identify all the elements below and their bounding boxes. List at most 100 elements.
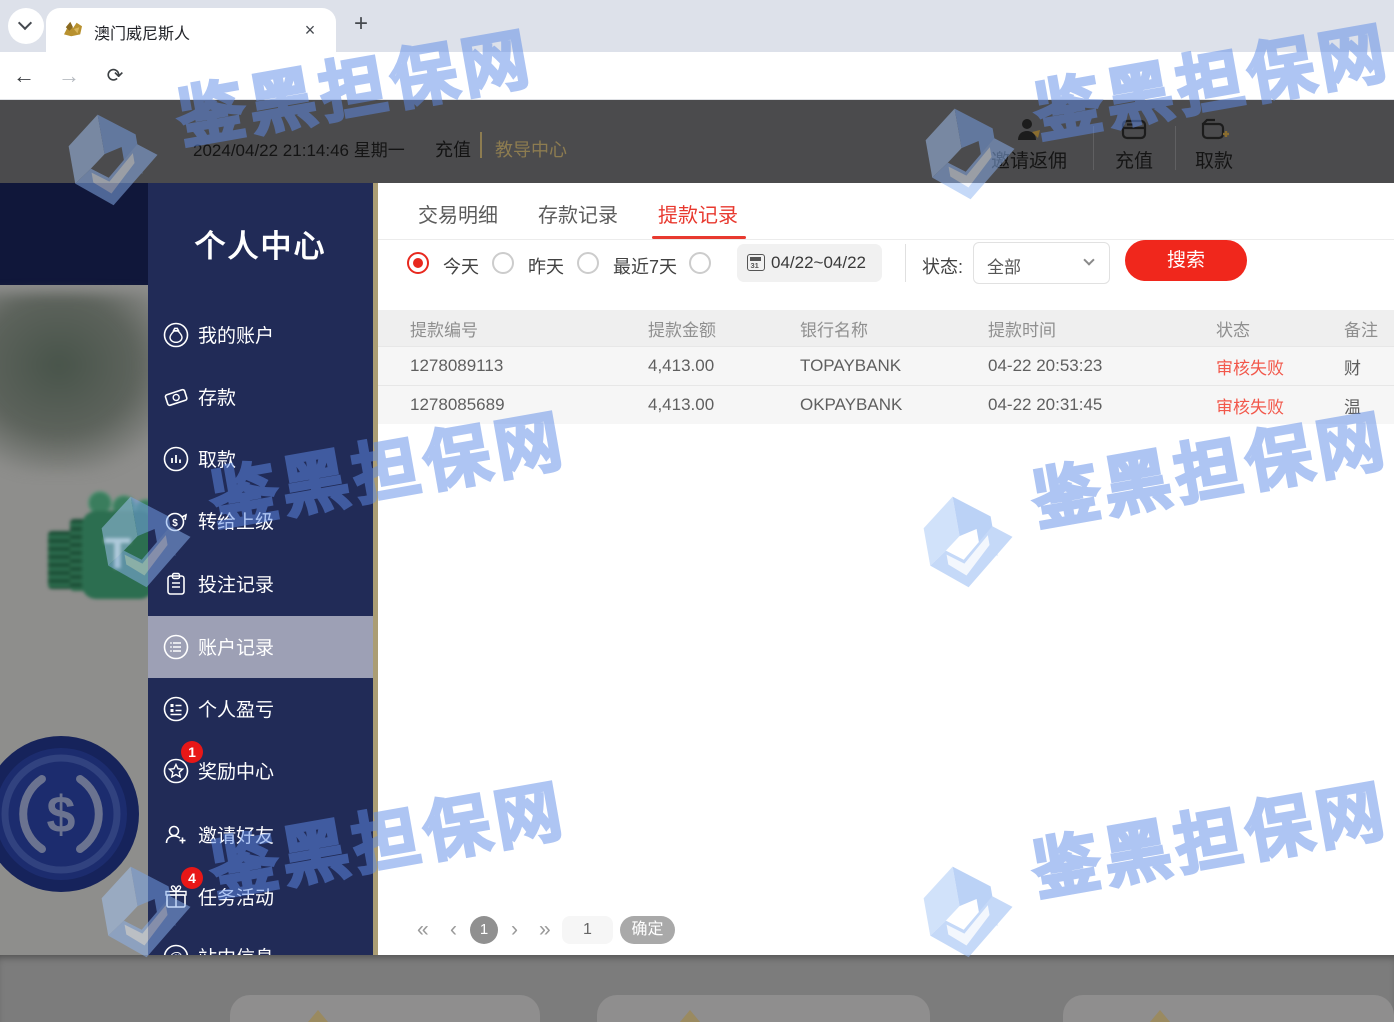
browser-toolbar: ← → ⟳ 266288.cc: [0, 52, 1394, 100]
sidebar-item-bet-records[interactable]: 投注记录: [148, 553, 373, 615]
page-confirm-button[interactable]: 确定: [620, 916, 675, 944]
record-tabs: 交易明细 存款记录 提款记录: [373, 183, 1394, 240]
col-bank: 银行名称: [800, 316, 988, 341]
table-row: 1278085689 4,413.00 OKPAYBANK 04-22 20:3…: [373, 385, 1394, 424]
dimmed-page-background: $: [0, 183, 148, 955]
current-page-indicator[interactable]: 1: [470, 916, 498, 944]
next-page-button[interactable]: ›: [511, 916, 518, 944]
col-time: 提款时间: [988, 316, 1216, 341]
profit-loss-icon: [163, 696, 189, 722]
tab-close-icon[interactable]: ×: [298, 18, 322, 42]
background-card: [1063, 995, 1394, 1022]
sidebar-item-my-account[interactable]: 我的账户: [148, 304, 373, 366]
browser-tab[interactable]: 澳门威尼斯人 ×: [46, 8, 336, 52]
reward-badge: 1: [181, 741, 203, 763]
radio-last7days-label[interactable]: 最近7天: [613, 253, 677, 279]
header-recharge-link[interactable]: 充值: [435, 136, 471, 162]
status-selected-value: 全部: [987, 253, 1021, 278]
chevron-down-icon: [18, 16, 32, 30]
chevron-down-icon: [1083, 254, 1094, 265]
cell-amount: 4,413.00: [648, 356, 800, 376]
cell-amount: 4,413.00: [648, 395, 800, 415]
search-button[interactable]: 搜索: [1125, 240, 1247, 281]
invite-rebate-button[interactable]: 邀请返佣: [974, 114, 1084, 173]
filter-bar: 今天 昨天 最近7天 04/22~04/22 状态: 全部 搜索: [373, 240, 1394, 300]
sidebar-item-transfer-up[interactable]: $ 转给上级: [148, 490, 373, 552]
back-icon[interactable]: ←: [10, 62, 38, 90]
account-record-icon: [163, 634, 189, 660]
deposit-icon: [163, 384, 189, 410]
forward-icon[interactable]: →: [55, 62, 83, 90]
site-header: 2024/04/22 21:14:46 星期一 充值 教导中心 邀请返佣: [0, 100, 1394, 183]
first-page-button[interactable]: «: [417, 916, 429, 944]
last-page-button[interactable]: »: [539, 916, 551, 944]
usd-coin-image: $: [0, 735, 140, 893]
radio-yesterday-label[interactable]: 昨天: [528, 253, 564, 279]
svg-text:@: @: [169, 949, 183, 955]
header-withdraw-button[interactable]: 取款: [1179, 114, 1249, 173]
gold-edge-line: [373, 183, 378, 955]
tab-withdraw-records[interactable]: 提款记录: [658, 199, 738, 228]
site-favicon-lion-icon: [62, 20, 84, 38]
blurred-money-image: [0, 293, 148, 473]
radio-today-label[interactable]: 今天: [443, 253, 479, 279]
sidebar-item-withdraw[interactable]: 取款: [148, 428, 373, 490]
background-card: [230, 995, 540, 1022]
sidebar-item-reward-center[interactable]: 1 邀请好友 奖励中心: [148, 740, 373, 802]
cell-time: 04-22 20:53:23: [988, 356, 1216, 376]
sidebar-item-deposit[interactable]: 存款: [148, 366, 373, 428]
header-tutorial-link[interactable]: 教导中心: [495, 136, 567, 162]
page-jump-input[interactable]: [562, 916, 613, 944]
records-panel: 交易明细 存款记录 提款记录 今天 昨天 最近7天 04/22~04/22 状态…: [373, 183, 1394, 955]
cell-status: 审核失败: [1216, 393, 1344, 418]
sidebar-title: 个人中心: [148, 221, 373, 266]
withdraw-records-table: 提款编号 提款金额 银行名称 提款时间 状态 备注 1278089113 4,4…: [373, 310, 1394, 424]
radio-custom-range[interactable]: [689, 252, 711, 274]
bank-card-icon: [1119, 116, 1149, 144]
tether-coins-image: [40, 483, 148, 613]
table-row: 1278089113 4,413.00 TOPAYBANK 04-22 20:5…: [373, 346, 1394, 385]
cell-withdraw-id: 1278089113: [373, 356, 648, 376]
withdraw-icon: [163, 446, 189, 472]
date-range-picker[interactable]: 04/22~04/22: [737, 244, 882, 282]
cell-status: 审核失败: [1216, 354, 1344, 379]
col-amount: 提款金额: [648, 316, 800, 341]
dimmed-page-bottom: [0, 955, 1394, 1022]
svg-text:$: $: [47, 786, 76, 844]
cell-bank: OKPAYBANK: [800, 395, 988, 415]
header-divider: [480, 132, 482, 158]
sidebar-item-invite-friends[interactable]: 邀请好友: [148, 804, 373, 866]
header-recharge-button[interactable]: 充值: [1099, 114, 1169, 173]
svg-text:$: $: [172, 518, 178, 529]
tab-transaction-detail[interactable]: 交易明细: [418, 199, 498, 228]
date-range-value: 04/22~04/22: [771, 253, 866, 273]
invite-friend-icon: [163, 822, 189, 848]
reward-icon: [163, 758, 189, 784]
radio-last7days[interactable]: [577, 252, 599, 274]
sidebar-item-account-records[interactable]: 账户记录: [148, 616, 373, 678]
new-tab-button[interactable]: +: [346, 10, 376, 40]
radio-yesterday[interactable]: [492, 252, 514, 274]
pagination: « ‹ 1 › » 确定: [373, 916, 1394, 946]
prev-page-button[interactable]: ‹: [450, 916, 457, 944]
transfer-up-icon: $: [163, 508, 189, 534]
col-status: 状态: [1216, 316, 1344, 341]
task-badge: 4: [181, 867, 203, 889]
table-header-row: 提款编号 提款金额 银行名称 提款时间 状态 备注: [373, 310, 1394, 346]
cell-bank: TOPAYBANK: [800, 356, 988, 376]
tab-deposit-records[interactable]: 存款记录: [538, 199, 618, 228]
cell-remark: 温: [1344, 393, 1394, 418]
sidebar-item-profit-loss[interactable]: 个人盈亏: [148, 678, 373, 740]
personal-center-sidebar: 个人中心 我的账户 存款 取款: [148, 183, 373, 955]
hero-banner-fragment: [0, 183, 148, 285]
cell-withdraw-id: 1278085689: [373, 395, 648, 415]
status-dropdown[interactable]: 全部: [973, 242, 1110, 284]
sidebar-item-site-messages[interactable]: @ 站内信息: [148, 926, 373, 955]
radio-today[interactable]: [407, 252, 429, 274]
bet-record-icon: [163, 571, 189, 597]
tab-search-button[interactable]: [8, 8, 44, 44]
header-datetime: 2024/04/22 21:14:46 星期一: [193, 136, 405, 161]
invite-rebate-icon: [1014, 116, 1044, 144]
reload-icon[interactable]: ⟳: [101, 62, 129, 90]
sidebar-item-task-activity[interactable]: 4 任务活动: [148, 866, 373, 928]
